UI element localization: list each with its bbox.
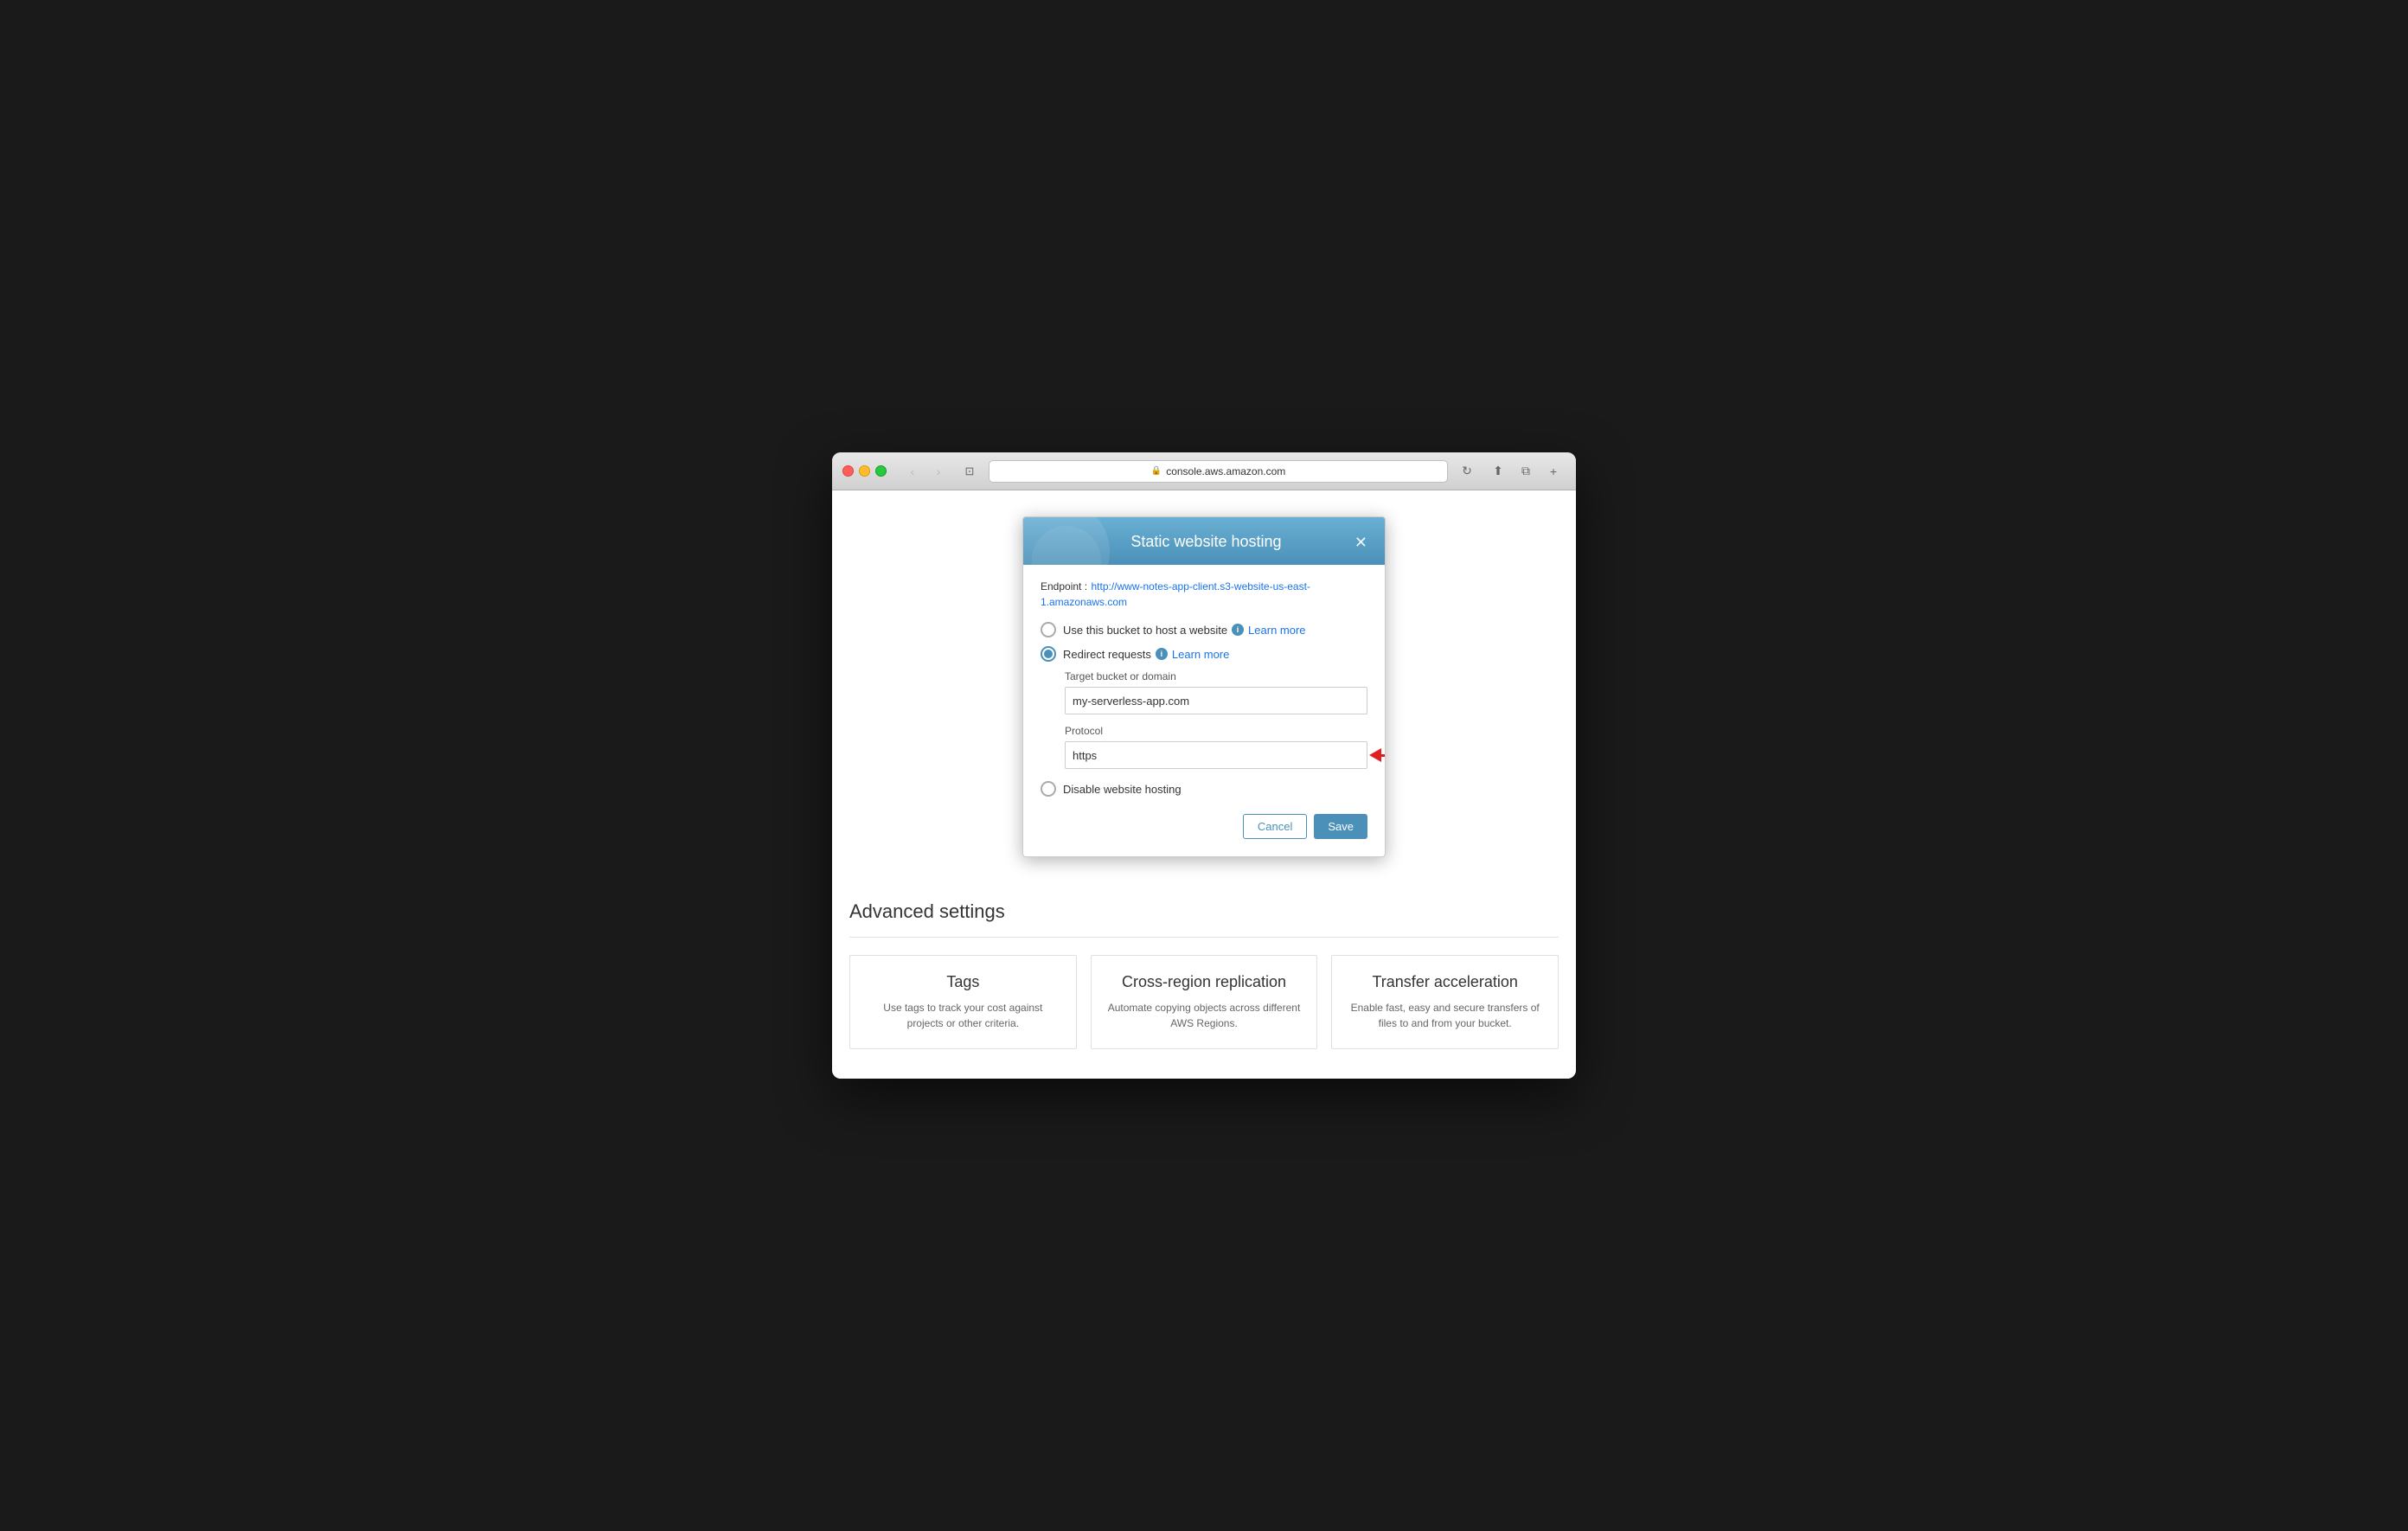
reader-button[interactable]: ⊡ (957, 462, 982, 481)
target-bucket-label: Target bucket or domain (1065, 670, 1367, 682)
acceleration-card-title: Transfer acceleration (1346, 973, 1544, 991)
fullscreen-button[interactable] (875, 465, 887, 477)
back-button[interactable]: ‹ (900, 462, 925, 481)
redirect-learn-more-link[interactable]: Learn more (1172, 648, 1229, 661)
redirect-radio-input[interactable] (1041, 646, 1056, 662)
disable-radio-input[interactable] (1041, 781, 1056, 797)
browser-content: Static website hosting ✕ Endpoint : http… (832, 490, 1576, 1079)
host-learn-more-link[interactable]: Learn more (1248, 624, 1305, 637)
reload-button[interactable]: ↻ (1455, 460, 1479, 483)
traffic-lights (842, 465, 887, 477)
option-disable-radio: Disable website hosting (1041, 781, 1367, 797)
lock-icon: 🔒 (1151, 466, 1162, 476)
protocol-input[interactable] (1065, 741, 1367, 769)
disable-radio-label: Disable website hosting (1063, 783, 1182, 796)
protocol-label: Protocol (1065, 725, 1367, 737)
host-radio-label: Use this bucket to host a website i Lear… (1063, 624, 1306, 637)
protocol-field-wrapper (1065, 741, 1367, 769)
section-divider (849, 937, 1559, 938)
tags-card: Tags Use tags to track your cost against… (849, 955, 1077, 1049)
host-info-icon[interactable]: i (1232, 624, 1244, 636)
modal-close-button[interactable]: ✕ (1354, 535, 1367, 550)
arrow-line (1380, 754, 1386, 757)
redirect-info-icon[interactable]: i (1156, 648, 1168, 660)
acceleration-card-desc: Enable fast, easy and secure transfers o… (1346, 1000, 1544, 1031)
endpoint-label: Endpoint : (1041, 580, 1087, 593)
replication-card: Cross-region replication Automate copyin… (1091, 955, 1318, 1049)
replication-card-title: Cross-region replication (1105, 973, 1303, 991)
advanced-settings-section: Advanced settings Tags Use tags to track… (849, 892, 1559, 1049)
modal-container: Static website hosting ✕ Endpoint : http… (849, 516, 1559, 857)
red-arrow-annotation (1369, 748, 1386, 762)
close-button[interactable] (842, 465, 854, 477)
browser-window: ‹ › ⊡ 🔒 console.aws.amazon.com ↻ ⬆ ⧉ + S… (832, 452, 1576, 1079)
arrow-head (1369, 748, 1381, 762)
redirect-section: Target bucket or domain Protocol (1065, 670, 1367, 769)
modal-header: Static website hosting ✕ (1023, 517, 1385, 565)
new-tab-button[interactable]: + (1541, 462, 1566, 481)
modal-body: Endpoint : http://www-notes-app-client.s… (1023, 565, 1385, 856)
tags-card-desc: Use tags to track your cost against proj… (864, 1000, 1062, 1031)
toolbar-right: ⬆ ⧉ + (1486, 462, 1566, 481)
share-button[interactable]: ⬆ (1486, 462, 1510, 481)
static-website-hosting-modal: Static website hosting ✕ Endpoint : http… (1022, 516, 1386, 857)
tags-card-title: Tags (864, 973, 1062, 991)
save-button[interactable]: Save (1314, 814, 1367, 839)
minimize-button[interactable] (859, 465, 870, 477)
redirect-radio-label: Redirect requests i Learn more (1063, 648, 1229, 661)
replication-card-desc: Automate copying objects across differen… (1105, 1000, 1303, 1031)
option-redirect-radio: Redirect requests i Learn more (1041, 646, 1367, 662)
endpoint-section: Endpoint : http://www-notes-app-client.s… (1041, 579, 1367, 610)
cancel-button[interactable]: Cancel (1243, 814, 1307, 839)
url-text: console.aws.amazon.com (1166, 465, 1285, 477)
modal-footer: Cancel Save (1041, 805, 1367, 839)
acceleration-card: Transfer acceleration Enable fast, easy … (1331, 955, 1559, 1049)
target-bucket-input[interactable] (1065, 687, 1367, 714)
cards-row: Tags Use tags to track your cost against… (849, 955, 1559, 1049)
forward-button[interactable]: › (926, 462, 951, 481)
nav-buttons: ‹ › (900, 462, 951, 481)
advanced-settings-title: Advanced settings (849, 900, 1559, 923)
address-bar[interactable]: 🔒 console.aws.amazon.com (989, 460, 1448, 483)
modal-title: Static website hosting (1058, 533, 1354, 551)
host-radio-input[interactable] (1041, 622, 1056, 637)
sidebar-button[interactable]: ⧉ (1514, 462, 1538, 481)
browser-titlebar: ‹ › ⊡ 🔒 console.aws.amazon.com ↻ ⬆ ⧉ + (832, 452, 1576, 490)
option-host-radio: Use this bucket to host a website i Lear… (1041, 622, 1367, 637)
